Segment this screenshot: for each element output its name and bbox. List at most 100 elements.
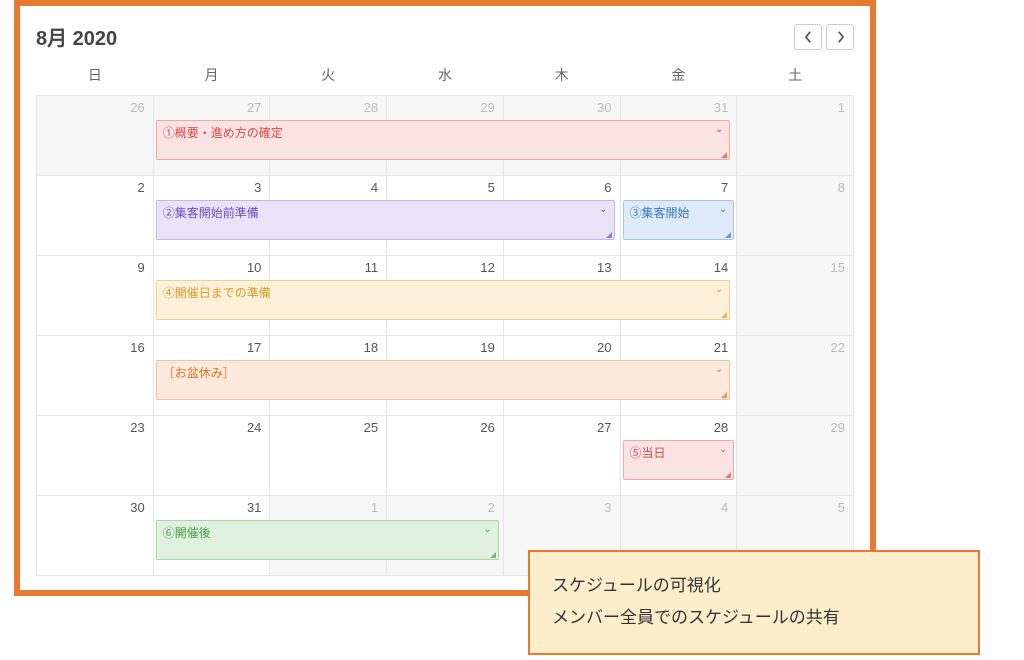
next-button[interactable] — [826, 24, 854, 50]
day-number: 15 — [831, 260, 845, 275]
day-number: 9 — [137, 260, 144, 275]
weekday-header: 土 — [737, 57, 854, 96]
calendar-day-cell[interactable]: 15 — [737, 256, 854, 336]
calendar-event[interactable]: ⑤当日 ⌄ — [623, 440, 735, 480]
calendar-day-cell[interactable]: 10④開催日までの準備⌄ — [153, 256, 270, 336]
calendar-day-cell[interactable]: 2 — [37, 176, 154, 256]
day-number: 22 — [831, 340, 845, 355]
weekday-row: 日 月 火 水 木 金 土 — [37, 57, 854, 96]
chevron-down-icon[interactable]: ⌄ — [719, 204, 727, 215]
calendar-day-cell[interactable]: 30 — [37, 496, 154, 576]
day-number: 13 — [597, 260, 611, 275]
resize-handle-icon[interactable] — [606, 232, 612, 238]
day-number: 6 — [604, 180, 611, 195]
day-number: 27 — [597, 420, 611, 435]
calendar-event[interactable]: ⑥開催後 ⌄ — [156, 520, 499, 560]
weekday-header: 月 — [153, 57, 270, 96]
calendar-event[interactable]: ②集客開始前準備 ⌄ — [156, 200, 615, 240]
resize-handle-icon[interactable] — [721, 312, 727, 318]
day-number: 27 — [247, 100, 261, 115]
calendar-week: 2627①概要・進め方の確定⌄282930311 — [37, 96, 854, 176]
chevron-down-icon[interactable]: ⌄ — [715, 364, 723, 375]
day-number: 8 — [838, 180, 845, 195]
weekday-header: 水 — [387, 57, 504, 96]
calendar-week: 2 3②集客開始前準備⌄ 4 5 6 7 ③集客開始⌄ 8 — [37, 176, 854, 256]
chevron-left-icon — [804, 31, 813, 43]
calendar-day-cell[interactable]: 24 — [153, 416, 270, 496]
calendar-day-cell[interactable]: 26 — [387, 416, 504, 496]
chevron-right-icon — [836, 31, 845, 43]
event-label: ②集客開始前準備 — [163, 206, 259, 220]
day-number: 4 — [721, 500, 728, 515]
calendar-event[interactable]: ③集客開始⌄ — [623, 200, 735, 240]
resize-handle-icon[interactable] — [721, 392, 727, 398]
day-number: 1 — [838, 100, 845, 115]
day-number: 18 — [364, 340, 378, 355]
calendar-day-cell[interactable]: 31⑥開催後⌄ — [153, 496, 270, 576]
resize-handle-icon[interactable] — [721, 152, 727, 158]
calendar-day-cell[interactable]: 3②集客開始前準備⌄ — [153, 176, 270, 256]
calendar-day-cell[interactable]: 27 — [503, 416, 620, 496]
day-number: 16 — [130, 340, 144, 355]
calendar-day-cell[interactable]: 23 — [37, 416, 154, 496]
day-number: 2 — [137, 180, 144, 195]
calendar-day-cell[interactable]: 1 — [737, 96, 854, 176]
chevron-down-icon[interactable]: ⌄ — [483, 524, 491, 535]
day-number: 19 — [480, 340, 494, 355]
weekday-header: 木 — [503, 57, 620, 96]
chevron-down-icon[interactable]: ⌄ — [599, 204, 607, 215]
day-number: 28 — [714, 420, 728, 435]
calendar-title: 8月 2020 — [36, 22, 117, 51]
calendar-day-cell[interactable]: 26 — [37, 96, 154, 176]
day-number: 23 — [130, 420, 144, 435]
resize-handle-icon[interactable] — [725, 232, 731, 238]
day-number: 21 — [714, 340, 728, 355]
day-number: 26 — [130, 100, 144, 115]
day-number: 25 — [364, 420, 378, 435]
day-number: 31 — [714, 100, 728, 115]
calendar-day-cell[interactable]: 16 — [37, 336, 154, 416]
day-number: 2 — [488, 500, 495, 515]
chevron-down-icon[interactable]: ⌄ — [719, 444, 727, 455]
calendar-week: 1617［お盆休み］⌄1819202122 — [37, 336, 854, 416]
calendar-day-cell[interactable]: 9 — [37, 256, 154, 336]
day-number: 11 — [365, 260, 379, 275]
day-number: 7 — [721, 180, 728, 195]
day-number: 14 — [714, 260, 728, 275]
calendar-day-cell[interactable]: 29 — [737, 416, 854, 496]
calendar-day-cell[interactable]: 22 — [737, 336, 854, 416]
day-number: 10 — [247, 260, 261, 275]
calendar-day-cell[interactable]: 8 — [737, 176, 854, 256]
calendar-week: 23 24 25 26 27 28 ⑤当日 ⌄ 29 — [37, 416, 854, 496]
day-number: 31 — [247, 500, 261, 515]
resize-handle-icon[interactable] — [725, 472, 731, 478]
event-label: ⑥開催後 — [163, 526, 211, 540]
calendar-event[interactable]: ①概要・進め方の確定 ⌄ — [156, 120, 731, 160]
day-number: 24 — [247, 420, 261, 435]
calendar-day-cell[interactable]: 7 ③集客開始⌄ — [620, 176, 737, 256]
day-number: 4 — [371, 180, 378, 195]
calendar-event[interactable]: ④開催日までの準備⌄ — [156, 280, 731, 320]
weekday-header: 火 — [270, 57, 387, 96]
prev-button[interactable] — [794, 24, 822, 50]
day-number: 17 — [247, 340, 261, 355]
day-number: 29 — [480, 100, 494, 115]
calendar-day-cell[interactable]: 17［お盆休み］⌄ — [153, 336, 270, 416]
day-number: 20 — [597, 340, 611, 355]
calendar-day-cell[interactable]: 28 ⑤当日 ⌄ — [620, 416, 737, 496]
day-number: 1 — [371, 500, 378, 515]
event-label: ⑤当日 — [630, 446, 666, 460]
resize-handle-icon[interactable] — [490, 552, 496, 558]
day-number: 5 — [838, 500, 845, 515]
day-number: 28 — [364, 100, 378, 115]
day-number: 5 — [488, 180, 495, 195]
weekday-header: 日 — [37, 57, 154, 96]
chevron-down-icon[interactable]: ⌄ — [715, 284, 723, 295]
event-label: ①概要・進め方の確定 — [163, 126, 283, 140]
calendar-day-cell[interactable]: 27①概要・進め方の確定⌄ — [153, 96, 270, 176]
chevron-down-icon[interactable]: ⌄ — [715, 124, 723, 135]
calendar-day-cell[interactable]: 25 — [270, 416, 387, 496]
calendar-nav — [794, 24, 854, 50]
calendar-event[interactable]: ［お盆休み］⌄ — [156, 360, 731, 400]
calendar-frame: 8月 2020 日 月 火 水 木 金 土 2627①概要・進め方の確定⌄282… — [14, 0, 876, 596]
